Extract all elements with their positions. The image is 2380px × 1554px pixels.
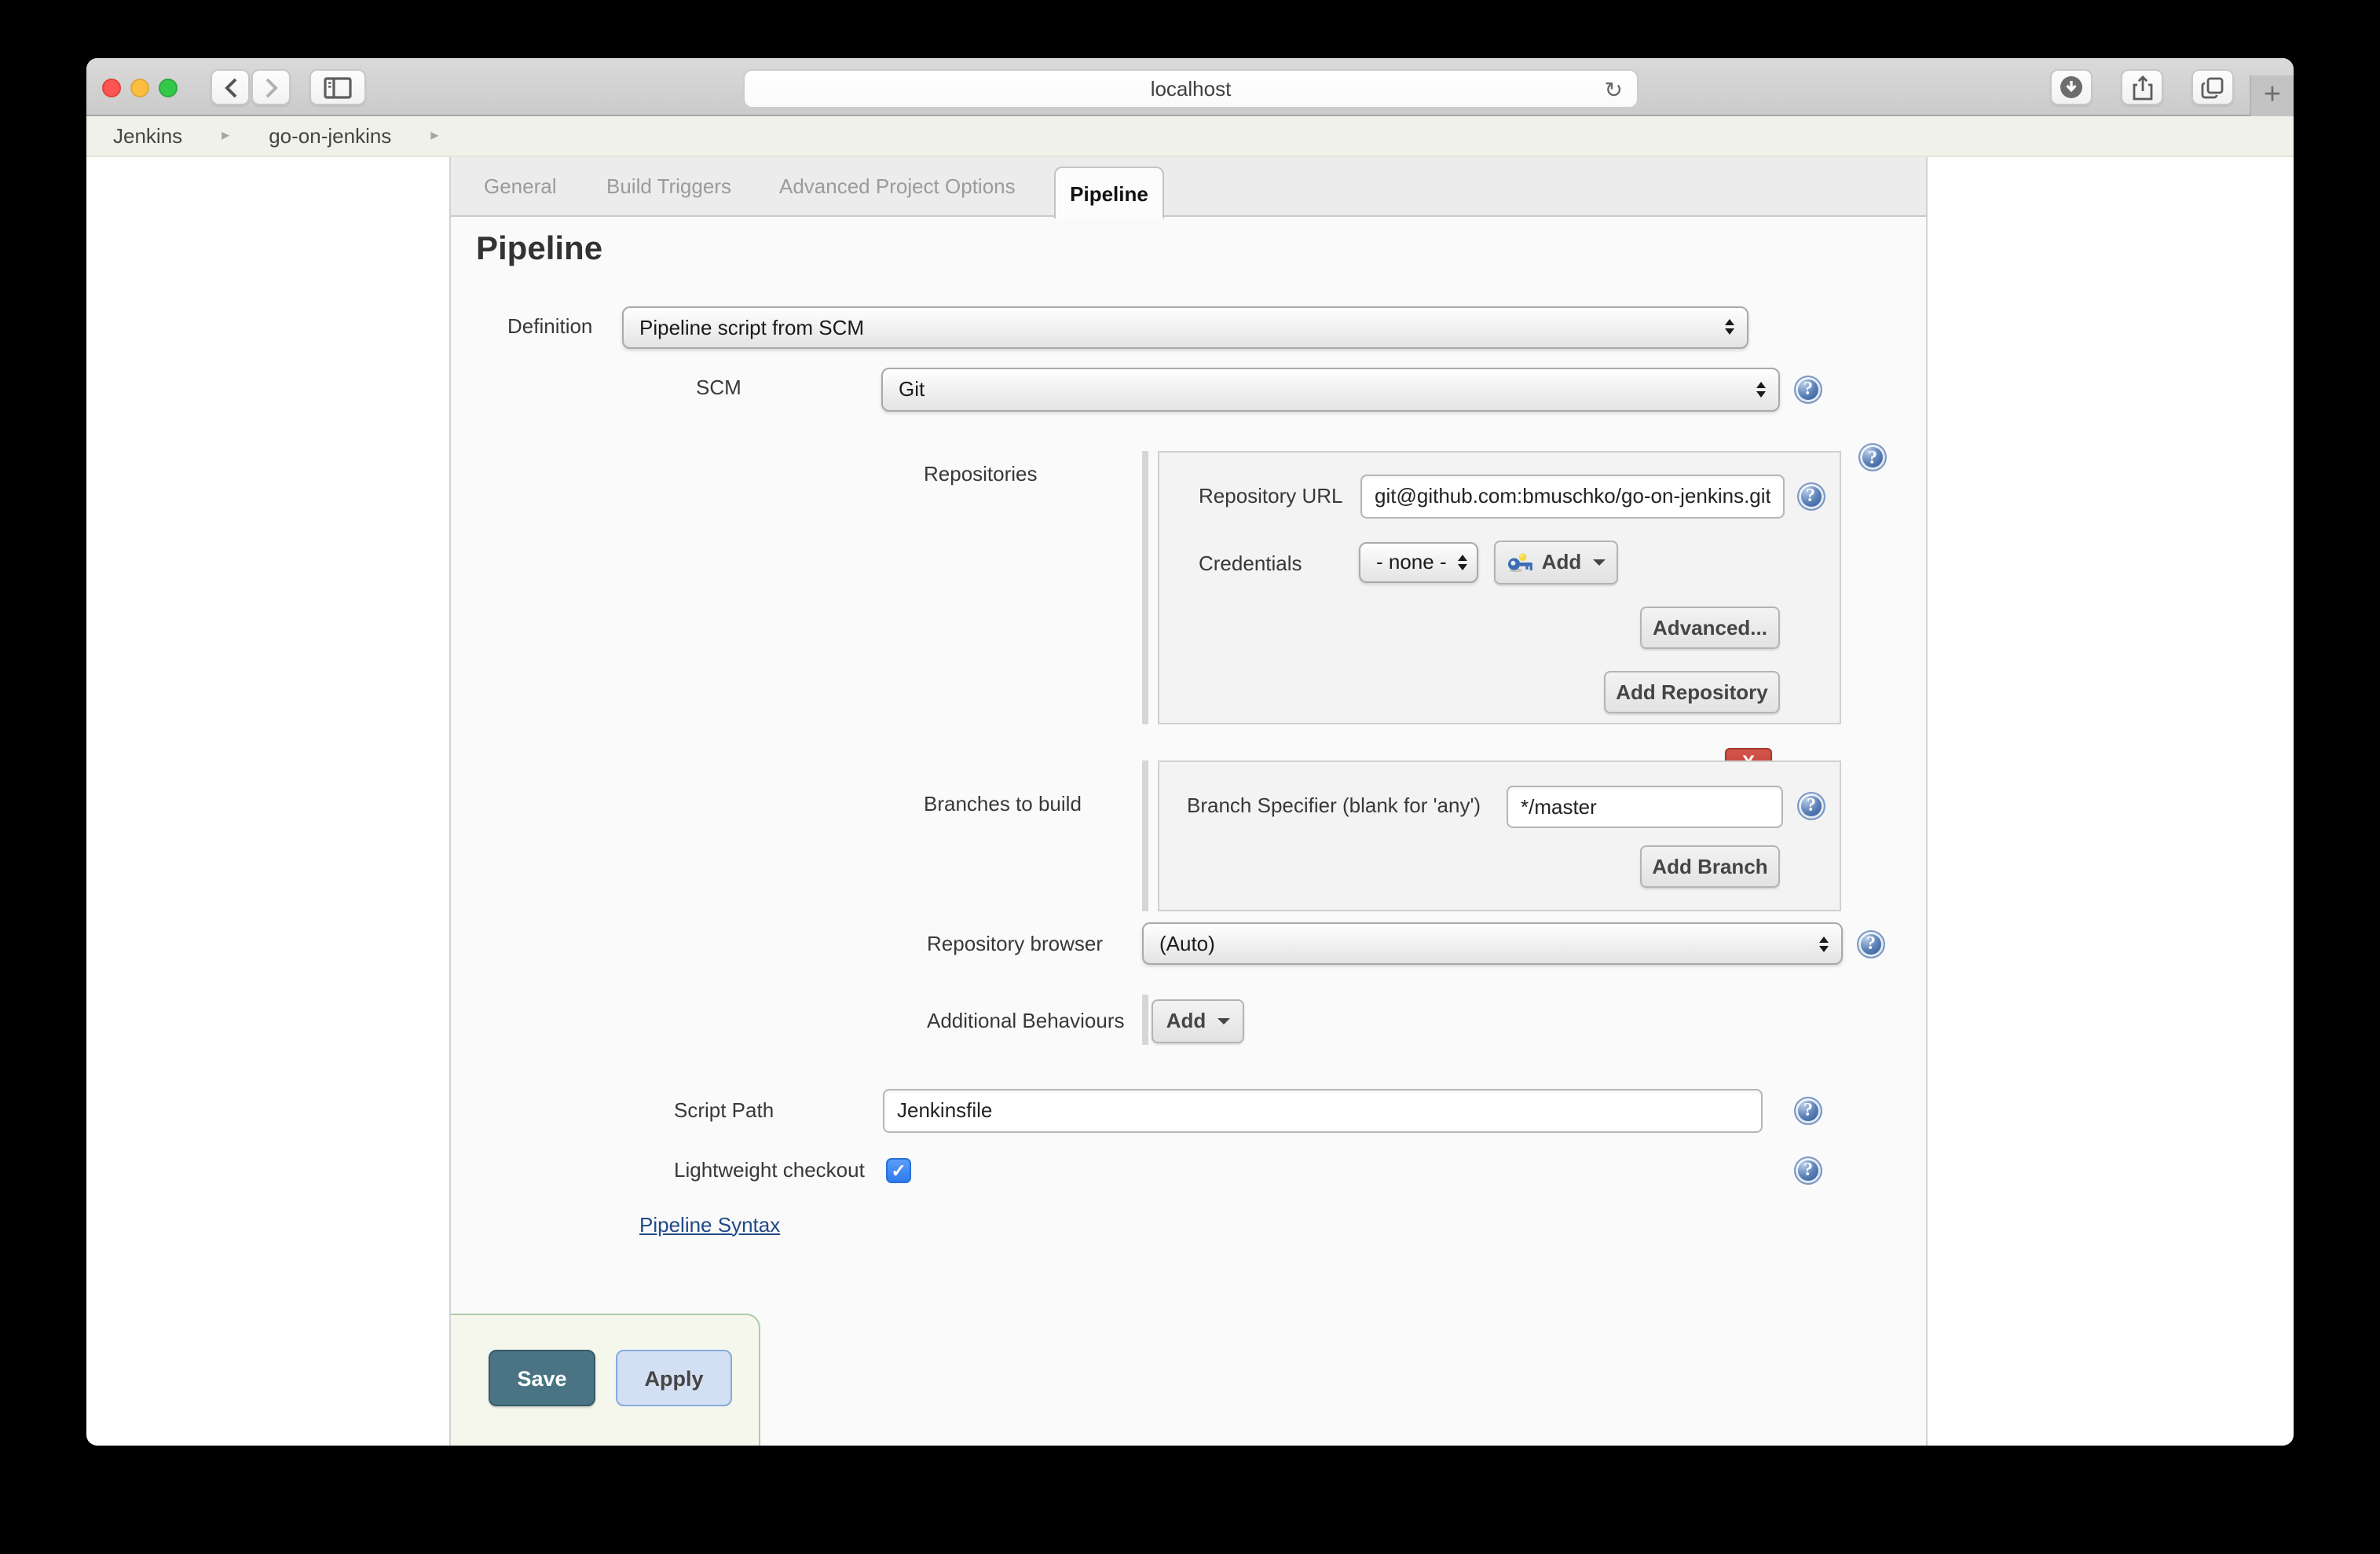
- browser-window: localhost ↻: [86, 58, 2294, 1446]
- scm-label: SCM: [696, 377, 741, 399]
- credentials-add-button[interactable]: Add: [1494, 540, 1618, 584]
- definition-select[interactable]: Pipeline script from SCM: [622, 306, 1748, 348]
- pipeline-syntax-link[interactable]: Pipeline Syntax: [639, 1212, 780, 1236]
- close-window-button[interactable]: [102, 78, 121, 97]
- script-path-label: Script Path: [674, 1099, 774, 1121]
- branch-specifier-input[interactable]: [1507, 785, 1783, 827]
- additional-behaviours-indent-bar: [1142, 995, 1148, 1045]
- page-title: Pipeline: [476, 231, 602, 269]
- script-path-input[interactable]: [883, 1088, 1763, 1132]
- branches-to-build-label: Branches to build: [924, 793, 1082, 815]
- back-icon: [222, 76, 238, 98]
- caret-down-icon: [1217, 1017, 1229, 1024]
- lightweight-checkout-help-icon[interactable]: ?: [1794, 1156, 1822, 1184]
- advanced-button[interactable]: Advanced...: [1640, 606, 1780, 648]
- breadcrumb-item-job[interactable]: go-on-jenkins: [269, 124, 391, 148]
- downloads-button[interactable]: [2050, 69, 2093, 105]
- key-icon: [1507, 552, 1534, 571]
- additional-behaviours-add-button[interactable]: Add: [1152, 999, 1244, 1043]
- repositories-help-icon[interactable]: ?: [1858, 443, 1887, 471]
- breadcrumb-item-jenkins[interactable]: Jenkins: [113, 124, 182, 148]
- breadcrumb: Jenkins ▸ go-on-jenkins ▸: [86, 116, 2294, 157]
- repository-browser-value: (Auto): [1159, 932, 1215, 955]
- config-tabs: General Build Triggers Advanced Project …: [451, 157, 1926, 217]
- address-bar-url: localhost: [1151, 76, 1232, 100]
- download-icon: [2060, 75, 2083, 99]
- select-spinner-icon: [1819, 936, 1829, 951]
- scm-help-icon[interactable]: ?: [1794, 375, 1822, 403]
- repositories-indent-bar: [1142, 450, 1148, 724]
- zoom-window-button[interactable]: [159, 78, 178, 97]
- config-column: General Build Triggers Advanced Project …: [449, 157, 1928, 1446]
- credentials-select[interactable]: - none -: [1359, 541, 1478, 582]
- sidebar-icon: [323, 76, 351, 98]
- save-button[interactable]: Save: [489, 1350, 595, 1406]
- forward-button[interactable]: [251, 69, 291, 105]
- scm-select[interactable]: Git: [881, 367, 1780, 411]
- tab-advanced-project-options[interactable]: Advanced Project Options: [779, 157, 1016, 217]
- screen: localhost ↻: [0, 0, 2380, 1554]
- repository-browser-select[interactable]: (Auto): [1142, 922, 1843, 965]
- scm-select-value: Git: [899, 377, 925, 401]
- add-branch-button[interactable]: Add Branch: [1640, 845, 1780, 887]
- new-tab-button[interactable]: +: [2250, 75, 2294, 116]
- sidebar-toggle-button[interactable]: [309, 69, 365, 105]
- address-bar[interactable]: localhost ↻: [743, 68, 1639, 108]
- forward-icon: [263, 76, 279, 98]
- checkmark-icon: ✓: [891, 1159, 906, 1181]
- additional-behaviours-add-label: Add: [1166, 1009, 1206, 1032]
- repository-url-input[interactable]: [1360, 474, 1785, 518]
- branches-panel: [1158, 760, 1841, 911]
- repository-url-label: Repository URL: [1199, 485, 1343, 507]
- branch-specifier-help-icon[interactable]: ?: [1797, 791, 1825, 819]
- minimize-window-button[interactable]: [130, 78, 149, 97]
- repositories-label: Repositories: [924, 464, 1038, 486]
- additional-behaviours-label: Additional Behaviours: [927, 1010, 1125, 1032]
- select-spinner-icon: [1458, 554, 1467, 570]
- share-button[interactable]: [2121, 69, 2163, 105]
- back-button[interactable]: [211, 69, 250, 105]
- caret-down-icon: [1592, 559, 1605, 565]
- plus-icon: +: [2264, 79, 2281, 113]
- lightweight-checkout-checkbox[interactable]: ✓: [886, 1157, 911, 1182]
- definition-label: Definition: [507, 316, 592, 338]
- credentials-label: Credentials: [1199, 552, 1302, 574]
- add-repository-button[interactable]: Add Repository: [1604, 670, 1780, 713]
- lightweight-checkout-label: Lightweight checkout: [674, 1160, 865, 1182]
- credentials-select-value: - none -: [1376, 550, 1447, 574]
- breadcrumb-separator-icon: ▸: [222, 127, 229, 145]
- repository-url-help-icon[interactable]: ?: [1796, 482, 1825, 510]
- branches-indent-bar: [1142, 760, 1148, 911]
- tab-pipeline[interactable]: Pipeline: [1054, 167, 1164, 218]
- breadcrumb-separator-icon: ▸: [430, 127, 438, 145]
- reload-icon[interactable]: ↻: [1605, 76, 1623, 101]
- tab-build-triggers[interactable]: Build Triggers: [606, 157, 731, 217]
- credentials-add-label: Add: [1542, 550, 1582, 574]
- script-path-help-icon[interactable]: ?: [1794, 1096, 1822, 1124]
- tab-overview-button[interactable]: [2191, 69, 2234, 105]
- select-spinner-icon: [1756, 381, 1766, 397]
- window-controls: [102, 78, 178, 97]
- save-footer-panel: Save Apply: [451, 1313, 760, 1446]
- definition-select-value: Pipeline script from SCM: [639, 315, 864, 339]
- share-icon: [2131, 75, 2153, 100]
- branch-specifier-label: Branch Specifier (blank for 'any'): [1187, 795, 1481, 817]
- apply-button[interactable]: Apply: [616, 1350, 732, 1406]
- repository-browser-label: Repository browser: [927, 933, 1103, 955]
- select-spinner-icon: [1725, 319, 1734, 335]
- tab-overview-icon: [2201, 76, 2224, 98]
- tab-general[interactable]: General: [484, 157, 557, 217]
- repository-browser-help-icon[interactable]: ?: [1857, 929, 1885, 958]
- browser-titlebar[interactable]: localhost ↻: [86, 58, 2294, 116]
